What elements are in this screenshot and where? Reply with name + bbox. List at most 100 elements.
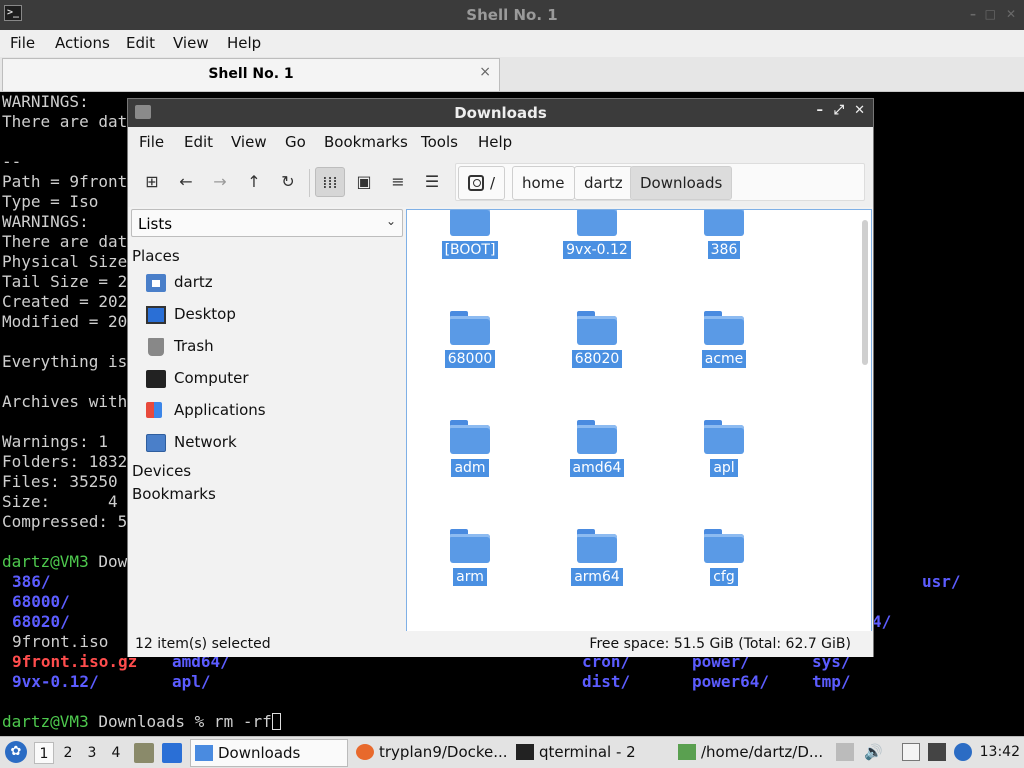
terminal-menu-file[interactable]: File [10,34,35,52]
sidebar-item-desktop[interactable]: Desktop [146,303,396,329]
update-icon[interactable] [954,743,972,761]
folder-item[interactable]: [BOOT] [415,210,525,282]
folder-view[interactable]: [BOOT] 9vx-0.12 386 68000 68020 acme adm… [406,209,872,632]
terminal-menu-view[interactable]: View [173,34,209,52]
network-icon [146,434,166,452]
terminal-line: Files: 35250 [2,472,118,491]
devices-header[interactable]: Devices [132,462,191,480]
show-desktop-icon[interactable] [162,743,182,763]
start-menu-icon[interactable]: ✿ [5,741,27,763]
toolbar-separator [309,169,310,197]
minimize-icon[interactable]: – [817,103,824,118]
desktop: >_ Shell No. 1 – □ ✕ File Actions Edit V… [0,0,1024,768]
folder-item[interactable]: amd64 [542,420,652,500]
status-bar: 12 item(s) selected Free space: 51.5 GiB… [128,631,873,657]
folder-label: arm [453,568,487,586]
minimize-icon[interactable]: – [970,7,976,21]
folder-item[interactable]: adm [415,420,525,500]
folder-item[interactable]: 9vx-0.12 [542,210,652,282]
menu-tools[interactable]: Tools [421,133,458,151]
close-icon[interactable]: ✕ [854,103,865,118]
desktop-switch-1[interactable]: 1 [34,742,54,764]
menu-help[interactable]: Help [478,133,512,151]
tray-scroll-icon[interactable] [836,743,854,761]
sidebar: Lists ⌄ Places dartz Desktop Trash Compu… [128,207,404,631]
places-header[interactable]: Places [132,247,180,265]
crumb-root[interactable]: / [458,166,506,200]
folder-icon [450,529,490,563]
sidebar-item-network[interactable]: Network [146,431,396,457]
terminal-line: Tail Size = 2 [2,272,128,291]
maximize-icon[interactable]: ⤢ [834,103,844,118]
sidebar-item-trash[interactable]: Trash [146,335,396,361]
desktop-switch-4[interactable]: 4 [106,742,126,764]
sidebar-item-applications[interactable]: Applications [146,399,396,425]
up-icon[interactable]: ↑ [239,167,269,197]
folder-item[interactable]: arm64 [542,529,652,609]
menu-edit[interactable]: Edit [184,133,213,151]
sidebar-mode-select[interactable]: Lists ⌄ [131,209,403,237]
file-manager-title: Downloads [454,104,547,122]
clipboard-icon[interactable] [902,743,920,761]
menu-bookmarks[interactable]: Bookmarks [324,133,408,151]
folder-icon [577,529,617,563]
sidebar-item-computer[interactable]: Computer [146,367,396,393]
menu-file[interactable]: File [139,133,164,151]
detailed-list-view-icon[interactable]: ☰ [417,167,447,197]
folder-icon [704,420,744,454]
desktop-switch-2[interactable]: 2 [58,742,78,764]
folder-item[interactable]: 386 [669,210,779,282]
folder-item[interactable]: acme [669,311,779,391]
clock[interactable]: 13:42 [980,744,1020,760]
task-firefox[interactable]: tryplan9/Docke... [352,739,510,767]
terminal-line: Folders: 1832 [2,452,128,471]
listing-entry: dist/ [582,672,631,691]
terminal-menu-actions[interactable]: Actions [55,34,110,52]
tab-close-icon[interactable]: × [479,64,491,80]
folder-item[interactable]: cfg [669,529,779,609]
volume-icon[interactable]: 🔊 [864,743,883,761]
folder-label: adm [451,459,489,477]
folder-item[interactable]: 68020 [542,311,652,391]
close-icon[interactable]: ✕ [1006,7,1016,21]
icon-view-icon[interactable]: ⁞⁞⁞ [315,167,345,197]
forward-icon[interactable]: → [205,167,235,197]
listing-entry: 9front.iso.gz [12,652,138,671]
compact-view-icon[interactable]: ≡ [383,167,413,197]
terminal-tab[interactable]: Shell No. 1 × [2,58,500,91]
maximize-icon[interactable]: □ [985,7,996,21]
listing-entry: apl/ [172,672,211,691]
task-qterminal[interactable]: qterminal - 2 wi... [512,739,670,767]
terminal-prompt[interactable]: dartz@VM3 Downloads % rm -rf [2,712,281,732]
folder-icon [577,210,617,236]
vertical-scrollbar[interactable] [862,220,868,365]
file-manager-launcher-icon[interactable] [134,743,154,763]
new-tab-icon[interactable]: ⊞ [137,167,167,197]
sidebar-item-dartz[interactable]: dartz [146,271,396,297]
crumb-home[interactable]: home [512,166,575,200]
terminal-tab-label: Shell No. 1 [208,66,294,82]
reload-icon[interactable]: ↻ [273,167,303,197]
folder-item[interactable]: arm [415,529,525,609]
folder-label: amd64 [569,459,625,477]
thumbnail-view-icon[interactable]: ▣ [349,167,379,197]
task-home-dartz[interactable]: /home/dartz/D... [674,739,832,767]
desktop-switch-3[interactable]: 3 [82,742,102,764]
menu-view[interactable]: View [231,133,267,151]
terminal-line: There are dat [2,112,128,131]
menu-go[interactable]: Go [285,133,306,151]
crumb-dartz[interactable]: dartz [574,166,633,200]
back-icon[interactable]: ← [171,167,201,197]
bookmarks-header[interactable]: Bookmarks [132,485,216,503]
terminal-titlebar[interactable]: >_ Shell No. 1 – □ ✕ [0,0,1024,30]
crumb-downloads[interactable]: Downloads [630,166,733,200]
terminal-menu-help[interactable]: Help [227,34,261,52]
file-manager-window: Downloads – ⤢ ✕ File Edit View Go Bookma… [127,98,874,657]
network-tray-icon[interactable] [928,743,946,761]
terminal-menu-edit[interactable]: Edit [126,34,155,52]
folder-item[interactable]: 68000 [415,311,525,391]
file-manager-titlebar[interactable]: Downloads – ⤢ ✕ [128,99,873,127]
folder-item[interactable]: apl [669,420,779,500]
task-downloads[interactable]: Downloads [190,739,348,767]
terminal-line: Size: 4 [2,492,118,511]
